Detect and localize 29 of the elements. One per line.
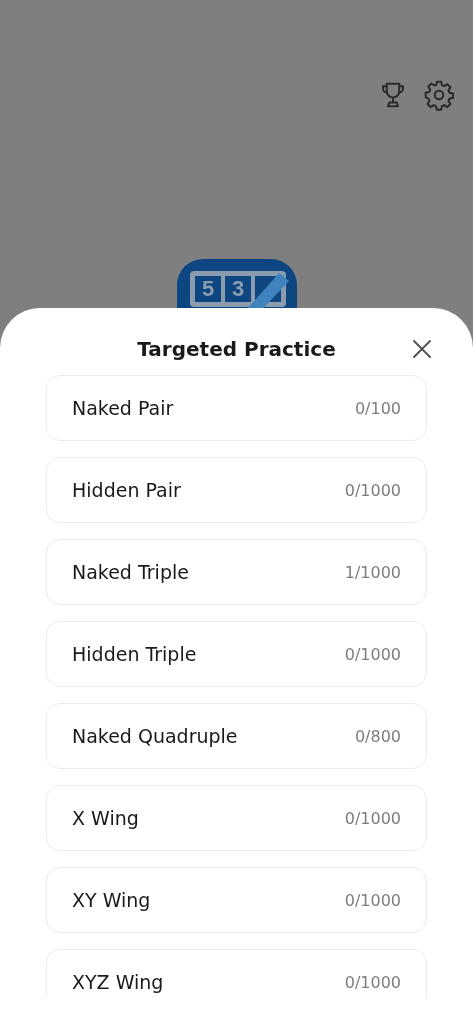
technique-name: Naked Pair	[72, 397, 174, 419]
technique-item[interactable]: Naked Triple 1/1000	[46, 539, 427, 605]
progress-count: 0/1000	[344, 480, 401, 500]
technique-name: Naked Triple	[72, 561, 189, 583]
technique-name: Naked Quadruple	[72, 725, 238, 747]
technique-item[interactable]: Hidden Pair 0/1000	[46, 457, 427, 523]
technique-name: X Wing	[72, 807, 139, 829]
sheet-title: Targeted Practice	[137, 336, 336, 361]
technique-item[interactable]: XYZ Wing 0/1000	[46, 949, 427, 997]
technique-item[interactable]: Naked Quadruple 0/800	[46, 703, 427, 769]
technique-item[interactable]: XY Wing 0/1000	[46, 867, 427, 933]
grid-digit: 3	[223, 274, 253, 304]
technique-name: Hidden Triple	[72, 643, 197, 665]
progress-count: 0/800	[354, 726, 401, 746]
technique-name: Hidden Pair	[72, 479, 181, 501]
progress-count: 1/1000	[344, 562, 401, 582]
technique-name: XY Wing	[72, 889, 151, 911]
technique-item[interactable]: X Wing 0/1000	[46, 785, 427, 851]
technique-item[interactable]: Naked Pair 0/100	[46, 375, 427, 441]
settings-icon[interactable]	[422, 78, 456, 112]
close-button[interactable]	[411, 338, 433, 360]
progress-count: 0/1000	[344, 644, 401, 664]
technique-name: XYZ Wing	[72, 971, 164, 993]
progress-count: 0/1000	[344, 972, 401, 992]
grid-digit: 5	[193, 274, 223, 304]
progress-count: 0/1000	[344, 890, 401, 910]
progress-count: 0/1000	[344, 808, 401, 828]
technique-item[interactable]: Hidden Triple 0/1000	[46, 621, 427, 687]
progress-count: 0/100	[354, 398, 401, 418]
